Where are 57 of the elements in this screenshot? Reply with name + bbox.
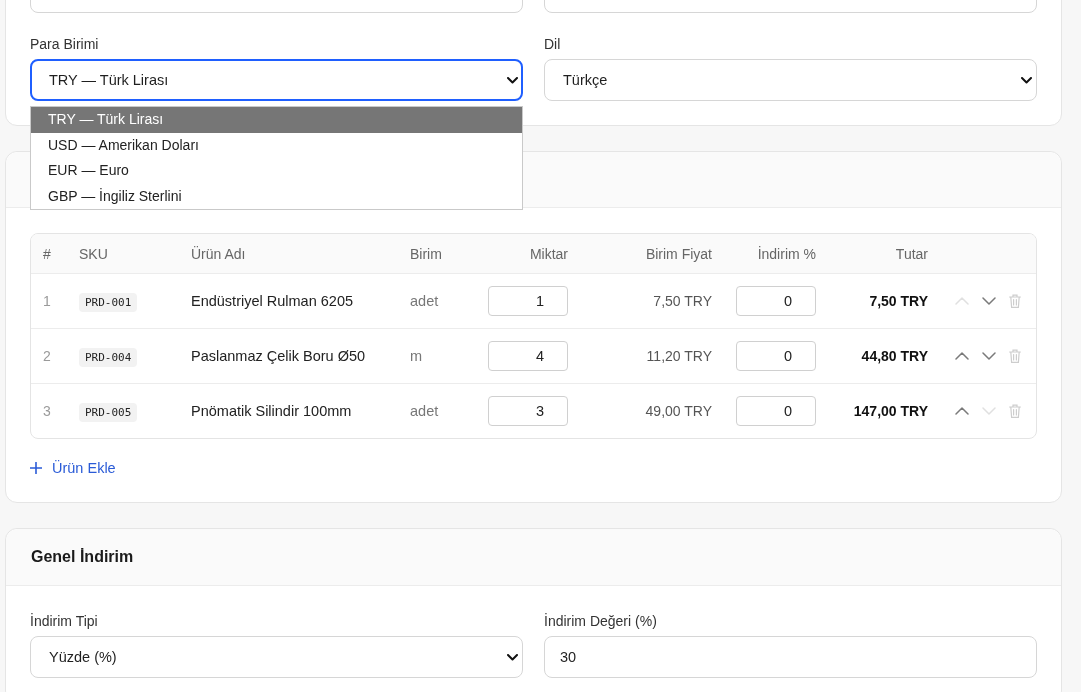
unit-price: 11,20 TRY	[646, 348, 712, 364]
line-total: 7,50 TRY	[869, 293, 928, 309]
row-number: 1	[43, 293, 51, 309]
product-name: Endüstriyel Rulman 6205	[191, 293, 353, 309]
column-header: İndirim %	[757, 245, 816, 262]
chevron-down-icon	[1021, 76, 1032, 84]
discount-input[interactable]: 0	[736, 341, 816, 371]
sku-code: PRD-005	[79, 403, 138, 422]
chevron-down-icon[interactable]	[982, 297, 996, 305]
quantity-input[interactable]: 4	[488, 341, 568, 371]
discount-input[interactable]: 0	[736, 396, 816, 426]
trash-icon[interactable]	[1009, 349, 1021, 363]
chevron-down-icon[interactable]	[982, 352, 996, 360]
section-title: Genel İndirim	[31, 548, 134, 566]
field-label: İndirim Değeri (%)	[544, 612, 657, 631]
unit-price: 49,00 TRY	[645, 403, 712, 419]
chevron-down-icon	[507, 653, 518, 661]
field-label: İndirim Tipi	[30, 612, 98, 631]
field-label: Dil	[544, 35, 561, 54]
unit-price: 7,50 TRY	[653, 293, 712, 309]
chevron-down-icon	[507, 76, 518, 84]
add-product-link[interactable]: Ürün Ekle	[30, 458, 116, 478]
chevron-up-icon[interactable]	[955, 407, 969, 415]
quantity-input[interactable]: 1	[488, 286, 568, 316]
dropdown-option[interactable]: USD — Amerikan Doları	[31, 132, 522, 158]
unit-text: m	[410, 348, 423, 364]
line-total: 147,00 TRY	[853, 403, 928, 419]
trash-icon[interactable]	[1009, 404, 1021, 418]
column-header: #	[43, 245, 51, 262]
dropdown-option[interactable]: GBP — İngiliz Sterlini	[31, 183, 522, 209]
select-field[interactable]: Türkçe	[544, 59, 1037, 101]
column-header: Birim	[410, 245, 442, 262]
row-number: 3	[43, 403, 51, 419]
product-name: Paslanmaz Çelik Boru Ø50	[191, 348, 366, 364]
select-field[interactable]: TRY — Türk Lirası	[30, 59, 523, 101]
product-name: Pnömatik Silindir 100mm	[191, 403, 352, 419]
quantity-input[interactable]: 3	[488, 396, 568, 426]
column-header: SKU	[79, 245, 108, 262]
line-total: 44,80 TRY	[861, 348, 928, 364]
select-field[interactable]: Yüzde (%)	[30, 636, 523, 678]
row-number: 2	[43, 348, 51, 364]
column-header: Miktar	[529, 245, 568, 262]
trash-icon[interactable]	[1009, 294, 1021, 308]
field-label: Para Birimi	[30, 35, 99, 54]
column-header: Tutar	[895, 245, 928, 262]
discount-input[interactable]: 0	[736, 286, 816, 316]
column-header: Ürün Adı	[191, 245, 246, 262]
input-field[interactable]: 30	[544, 636, 1037, 678]
column-header: Birim Fiyat	[645, 245, 712, 262]
unit-text: adet	[410, 403, 439, 419]
sku-code: PRD-004	[79, 348, 138, 367]
plus-icon	[30, 462, 42, 474]
dropdown-option[interactable]: TRY — Türk Lirası	[31, 107, 522, 133]
dropdown-option[interactable]: EUR — Euro	[31, 158, 522, 184]
chevron-up-icon[interactable]	[955, 352, 969, 360]
unit-text: adet	[410, 293, 439, 309]
sku-code: PRD-001	[79, 293, 138, 312]
